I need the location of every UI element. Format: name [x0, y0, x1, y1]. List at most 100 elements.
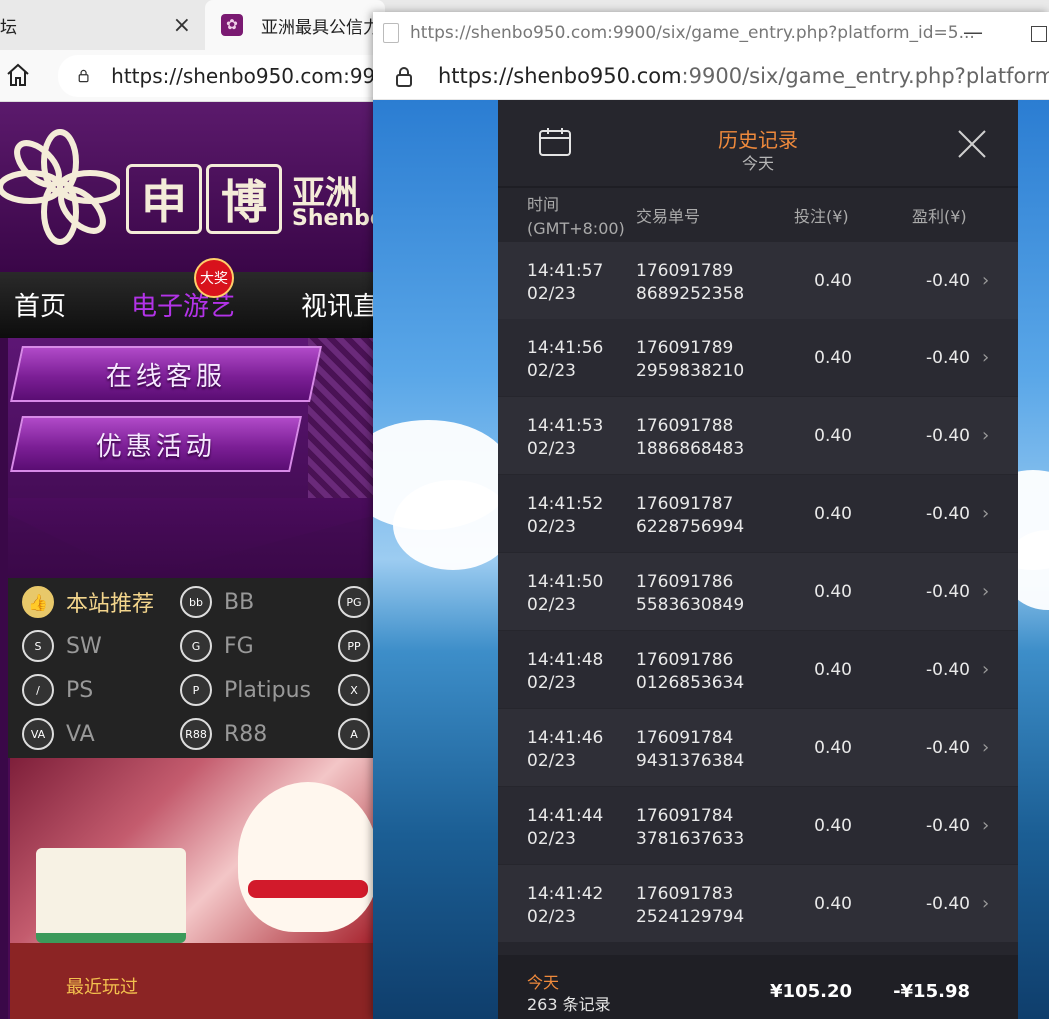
row-date-value: 02/23 [527, 361, 576, 381]
row-time-value: 14:41:57 [527, 261, 604, 281]
provider-bb[interactable]: bb BB [180, 586, 254, 618]
row-bet: 0.40 [814, 738, 852, 758]
background-tab-shenbo[interactable]: ✿ 亚洲最具公信力 [205, 0, 385, 50]
row-date-value: 02/23 [527, 829, 576, 849]
chevron-right-icon[interactable]: › [982, 347, 989, 368]
chevron-right-icon[interactable]: › [982, 581, 989, 602]
history-row[interactable]: 14:41:56 02/23 176091789 2959838210 0.40 -… [498, 319, 1018, 396]
row-time-value: 14:41:48 [527, 650, 604, 670]
row-order-part1: 176091786 [636, 650, 734, 670]
history-row[interactable]: 14:41:57 02/23 176091789 8689252358 0.40 -… [498, 242, 1018, 319]
chevron-right-icon[interactable]: › [982, 893, 989, 914]
background-url-field[interactable]: https://shenbo950.com:990 [58, 55, 388, 97]
row-date-value: 02/23 [527, 517, 576, 537]
row-order: 176091786 0126853634 [636, 649, 744, 695]
row-date-value: 02/23 [527, 595, 576, 615]
row-bet: 0.40 [814, 816, 852, 836]
provider-recommended[interactable]: 👍 本站推荐 [22, 586, 154, 618]
row-time-value: 14:41:42 [527, 884, 604, 904]
column-time: 时间 (GMT+8:00) [527, 193, 625, 241]
history-row[interactable]: 14:41:53 02/23 176091788 1886868483 0.40 -… [498, 397, 1018, 474]
history-row[interactable]: 14:41:46 02/23 176091784 9431376384 0.40 -… [498, 709, 1018, 786]
minimize-button[interactable]: — [963, 20, 983, 44]
close-icon[interactable]: × [173, 13, 191, 38]
provider-fg[interactable]: G FG [180, 630, 254, 662]
promo-decoration [308, 338, 380, 498]
provider-sw[interactable]: S SW [22, 630, 102, 662]
provider-label: FG [224, 633, 254, 659]
row-order-part2: 1886868483 [636, 439, 745, 459]
flower-logo-icon [0, 129, 120, 245]
promotions-button[interactable]: 优惠活动 [10, 416, 302, 472]
row-date-value: 02/23 [527, 673, 576, 693]
row-time-value: 14:41:56 [527, 338, 604, 358]
popup-title: https://shenbo950.com:9900/six/game_entr… [410, 23, 975, 43]
chevron-right-icon[interactable]: › [982, 425, 989, 446]
history-title: 历史记录 [718, 128, 798, 152]
close-icon[interactable] [956, 128, 988, 160]
chevron-right-icon[interactable]: › [982, 503, 989, 524]
row-time: 14:41:57 02/23 [527, 260, 603, 306]
r88-icon: R88 [180, 718, 212, 750]
pg-icon: PG [338, 586, 370, 618]
history-row[interactable]: 14:41:50 02/23 176091786 5583630849 0.40 -… [498, 553, 1018, 630]
row-time: 14:41:42 02/23 [527, 883, 603, 929]
row-date-value: 02/23 [527, 751, 576, 771]
summary-period: 今天 [527, 973, 560, 992]
provider-label: PS [66, 677, 94, 703]
site-header: 申 博 亚洲 Shenbo [0, 102, 380, 272]
chevron-right-icon[interactable]: › [982, 737, 989, 758]
nav-item-home[interactable]: 首页 [14, 286, 66, 323]
row-time: 14:41:53 02/23 [527, 415, 603, 461]
history-row[interactable]: 14:41:52 02/23 176091787 6228756994 0.40 -… [498, 475, 1018, 552]
mahjong-tile-image [36, 848, 186, 943]
row-order-part2: 3781637633 [636, 829, 745, 849]
popup-title-bar: https://shenbo950.com:9900/six/game_entr… [373, 12, 1049, 54]
row-profit: -0.40 [926, 348, 970, 368]
row-order: 176091789 8689252358 [636, 260, 744, 306]
maximize-button[interactable] [1031, 26, 1047, 42]
cloud-image [393, 480, 513, 570]
lock-icon [396, 67, 412, 87]
provider-ps[interactable]: / PS [22, 674, 93, 706]
home-icon[interactable] [5, 62, 31, 88]
column-bet: 投注(¥) [794, 207, 849, 226]
history-row[interactable]: 14:41:48 02/23 176091786 0126853634 0.40 -… [498, 631, 1018, 708]
recently-played-bar[interactable]: 最近玩过 [10, 943, 380, 1019]
column-timezone-label: (GMT+8:00) [527, 219, 625, 238]
provider-platipus[interactable]: P Platipus [180, 674, 311, 706]
row-order-part1: 176091788 [636, 416, 734, 436]
history-row[interactable]: 14:41:44 02/23 176091784 3781637633 0.40 -… [498, 787, 1018, 864]
row-order-part2: 2524129794 [636, 907, 745, 927]
history-row[interactable]: 14:41:42 02/23 176091783 2524129794 0.40 -… [498, 865, 1018, 942]
chevron-right-icon[interactable]: › [982, 815, 989, 836]
row-order-part1: 176091784 [636, 728, 734, 748]
chevron-right-icon[interactable]: › [982, 270, 989, 291]
provider-va[interactable]: VA VA [22, 718, 95, 750]
summary-total-bet: ¥105.20 [770, 981, 852, 1002]
row-order-part1: 176091787 [636, 494, 734, 514]
row-bet: 0.40 [814, 504, 852, 524]
row-profit: -0.40 [926, 271, 970, 291]
popup-address-bar[interactable]: https://shenbo950.com:9900/six/game_entr… [373, 54, 1049, 100]
background-tab-forum[interactable]: 坛 × [0, 0, 205, 50]
promo-area: 在线客服 优惠活动 [8, 338, 380, 578]
lucky-cat-banner[interactable] [10, 758, 380, 943]
history-panel: 历史记录 今天 时间 (GMT+8:00) 交易单号 投注(¥) 盈利(¥) 1… [498, 100, 1018, 1019]
row-order-part2: 0126853634 [636, 673, 745, 693]
row-order-part1: 176091786 [636, 572, 734, 592]
row-time: 14:41:44 02/23 [527, 805, 603, 851]
pp-icon: PP [338, 630, 370, 662]
promo-arrow-decoration [8, 498, 380, 578]
game-provider-menu: 👍 本站推荐 bb BB PG S SW G FG PP / PS P Plat… [8, 578, 380, 758]
sw-icon: S [22, 630, 54, 662]
online-service-button[interactable]: 在线客服 [10, 346, 322, 402]
provider-label: SW [66, 633, 102, 659]
bb-icon: bb [180, 586, 212, 618]
shenbo-site: 申 博 亚洲 Shenbo 首页 电子游艺 大奖 视讯直 在线客服 优惠活动 👍… [0, 102, 380, 1019]
chevron-right-icon[interactable]: › [982, 659, 989, 680]
history-header: 历史记录 今天 [498, 100, 1018, 188]
row-order-part1: 176091789 [636, 338, 734, 358]
provider-r88[interactable]: R88 R88 [180, 718, 267, 750]
nav-item-live-video[interactable]: 视讯直 [301, 286, 379, 323]
